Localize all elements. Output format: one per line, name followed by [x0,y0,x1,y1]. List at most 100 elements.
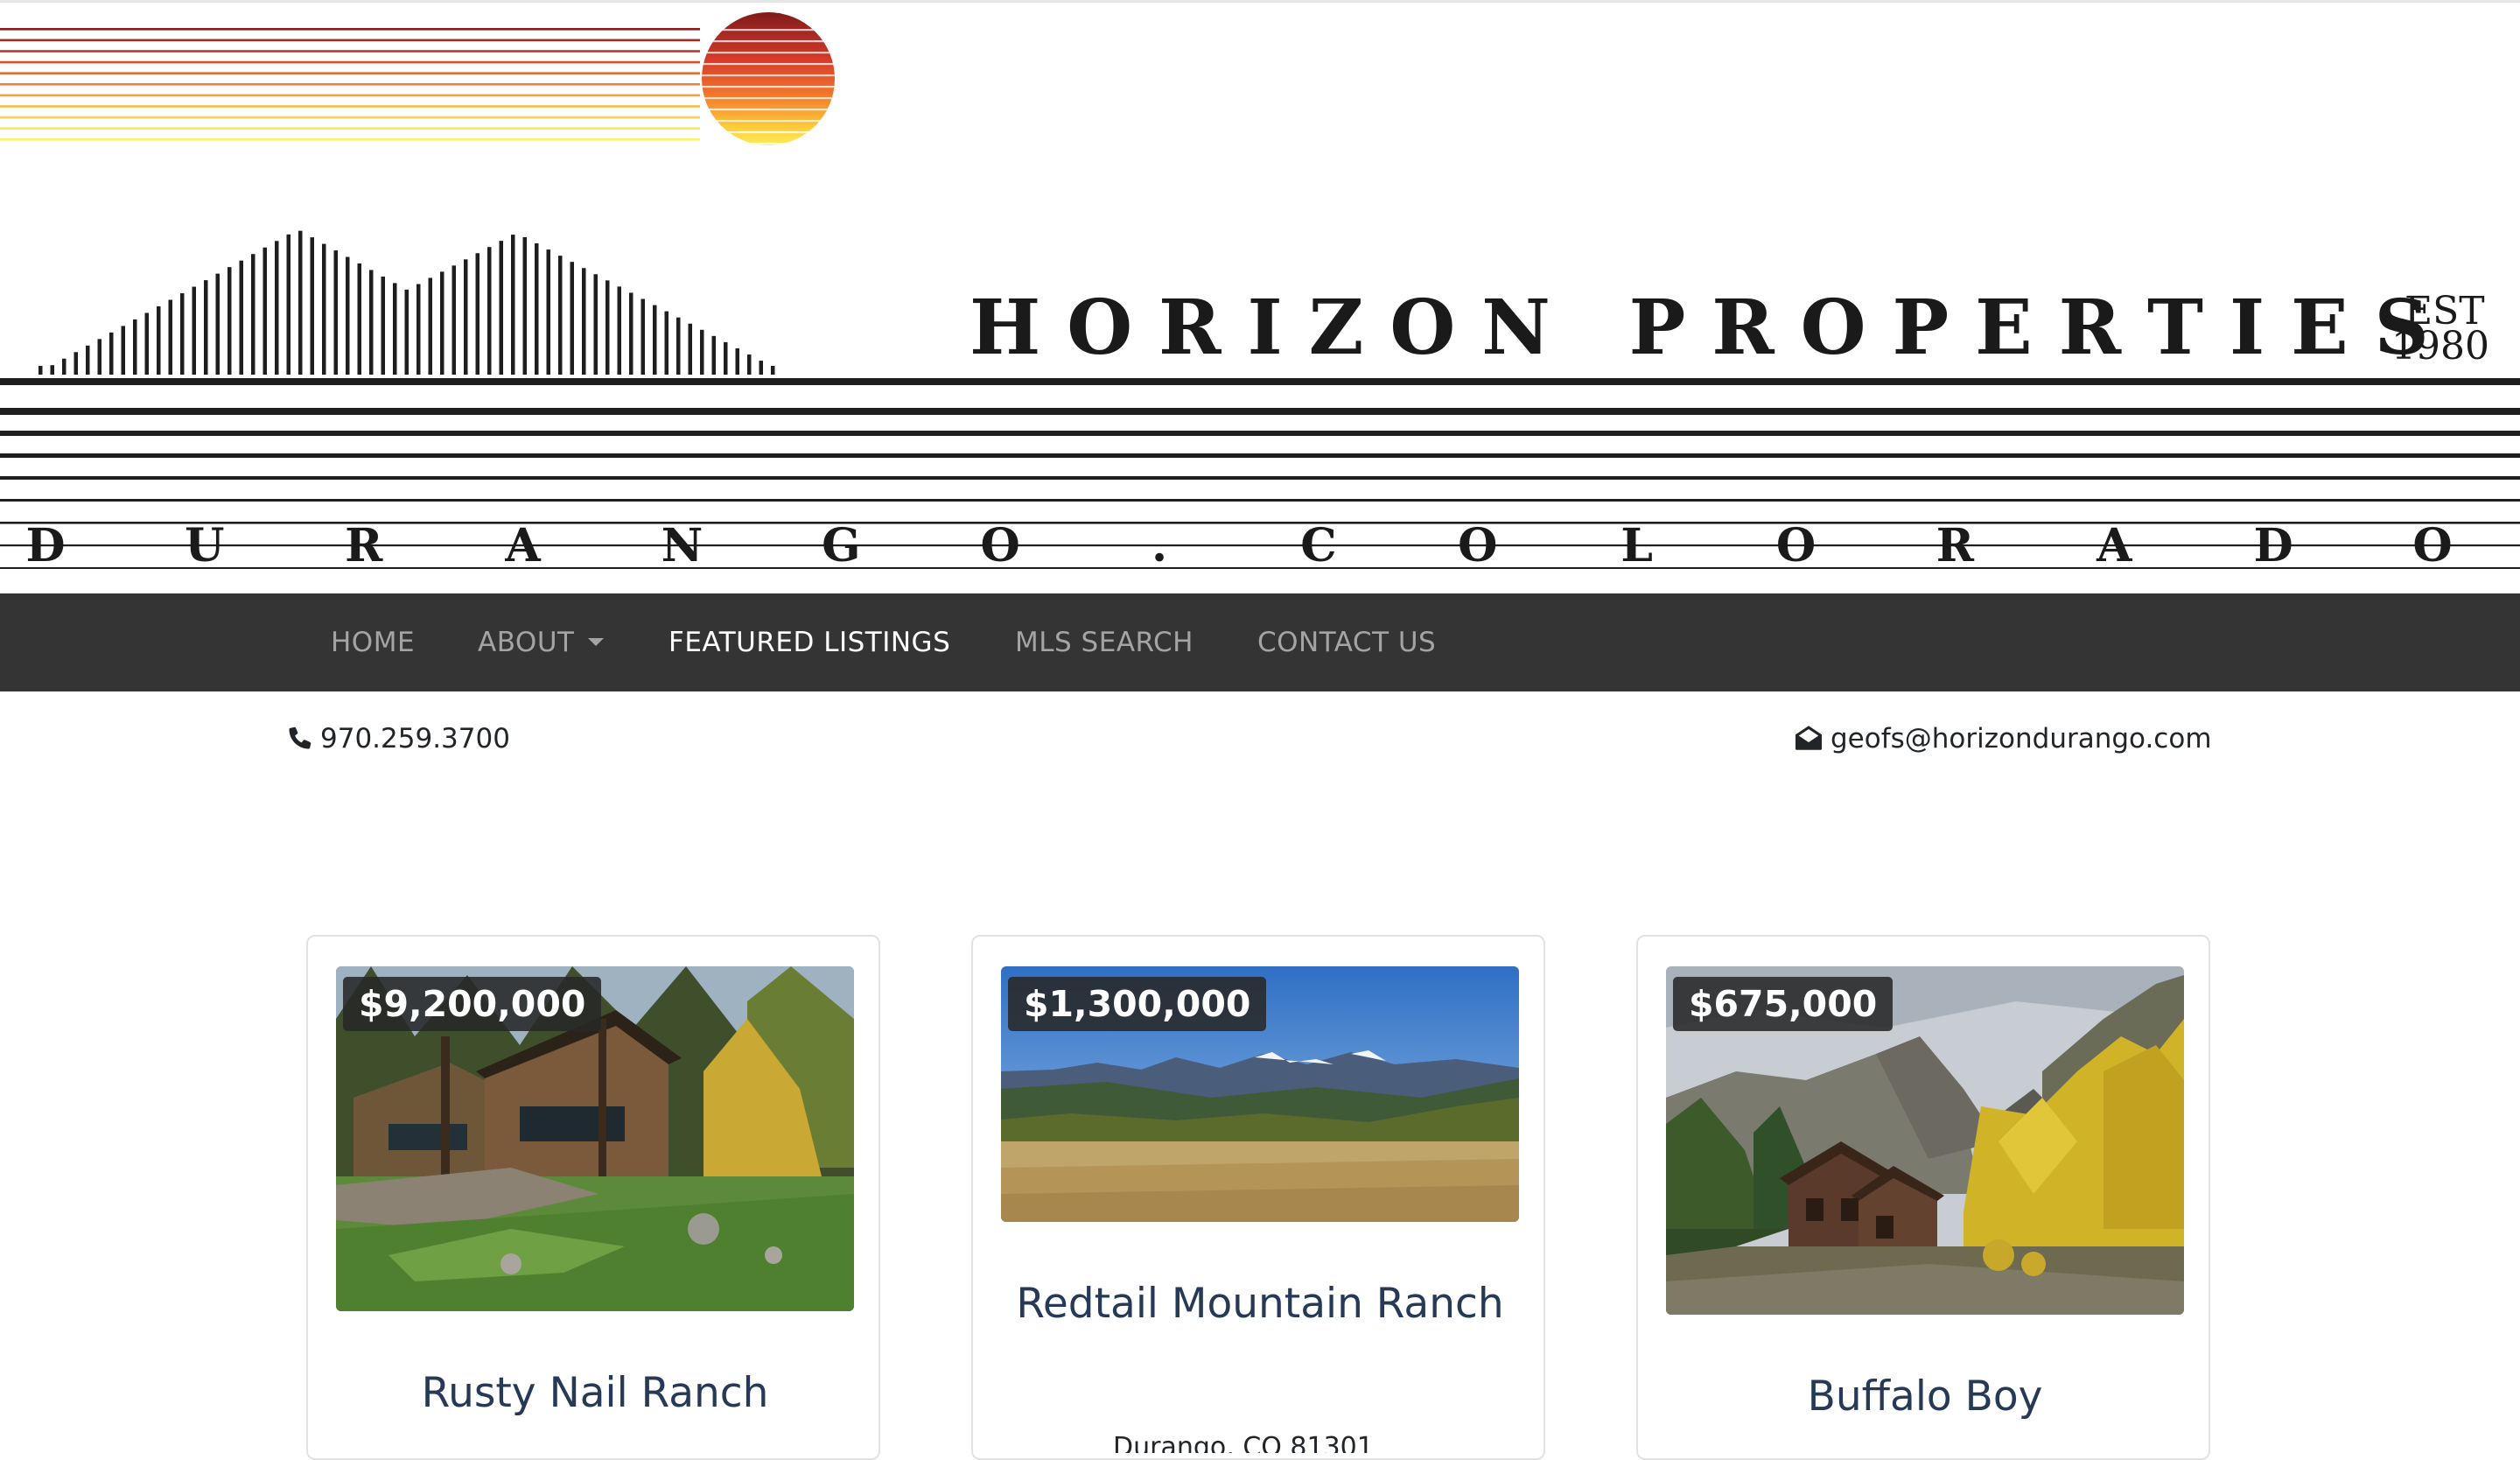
mountain-bar [62,358,66,375]
mountain-bar [322,243,326,375]
listing-photo[interactable]: $9,200,000 [336,966,854,1311]
email-link[interactable]: geofs@horizondurango.com [1794,719,2212,758]
mountain-bar [393,283,397,375]
mountain-bar [251,254,256,375]
mountain-bar [664,311,668,375]
listing-title[interactable]: Redtail Mountain Ranch [990,1280,1530,1329]
sun-band [702,40,835,43]
sun-band [702,109,835,111]
mountain-bar [404,289,409,375]
horizon-line [0,431,2520,436]
sun-band [702,120,835,123]
mountain-bar [109,332,114,375]
mountain-bar [239,260,243,375]
sun-band [702,97,835,100]
sunset-stripe [0,105,700,108]
tagline-letter: D [2254,519,2293,572]
email-address: geofs@horizondurango.com [1830,723,2212,755]
nav-mls-search[interactable]: MLS SEARCH [1015,593,1194,691]
nav-contact-us[interactable]: CONTACT US [1257,593,1436,691]
mountain-bar [546,249,550,375]
mountain-bar [558,256,563,375]
listing-photo[interactable]: $1,300,000 [1001,966,1519,1222]
price-badge: $1,300,000 [1008,977,1267,1031]
tagline-letter: . [1152,519,1167,572]
mountain-bar [771,366,775,375]
mountain-bar [333,250,338,375]
horizon-line [0,408,2520,415]
mountain-bar [262,247,267,375]
tagline-letter: O [1458,519,1497,572]
sunset-stripe [0,94,700,97]
mountain-bar [192,286,196,375]
sun-band [702,74,835,77]
horizon-line [0,453,2520,458]
brand-name: H O R I Z O N P R O P E R T I E S [970,284,2429,372]
listing-card-buffalo-boy[interactable]: $675,000 Buffalo Boy [1636,935,2210,1460]
mountain-bar [511,235,515,375]
mountain-bar [121,326,125,375]
mountain-bar [582,268,586,375]
mountain-bar [168,299,172,375]
mountain-bar [593,274,598,375]
listing-title[interactable]: Rusty Nail Ranch [326,1369,864,1418]
mountain-bar [735,347,739,375]
tagline-letter: A [504,519,541,572]
tagline-letter: L [1620,519,1653,572]
mountain-bar [298,230,303,375]
sunset-stripe [0,60,700,64]
mountain-bar [346,256,350,375]
sun-icon [702,12,835,145]
mountain-bar [535,243,539,375]
listing-card-redtail[interactable]: $1,300,000 Redtail Mountain Ranch Durang… [971,935,1545,1460]
phone-icon [289,726,312,749]
mountain-bar [606,280,610,375]
listing-photo[interactable]: $675,000 [1666,966,2184,1315]
mountain-bar [640,298,645,375]
mountain-bar [653,305,657,375]
nav-home[interactable]: HOME [331,593,415,691]
phone-number: 970.259.3700 [320,723,510,755]
mountain-bar [759,361,763,375]
mountain-bar [676,317,681,375]
mountain-bar [629,292,634,375]
tagline-letter: O [1776,519,1816,572]
mountain-bar [487,247,492,375]
mountain-bar [416,284,421,375]
nav-about[interactable]: ABOUT [478,593,605,691]
mountain-bar [97,339,102,375]
tagline-letter: R [345,519,383,572]
listing-card-rusty-nail[interactable]: $9,200,000 Rusty Nail Ranch [306,935,880,1460]
mountain-bar [133,319,137,375]
main-navbar: HOME ABOUT FEATURED LISTINGS MLS SEARCH … [0,593,2520,691]
sun-band [702,29,835,32]
nav-about-label: ABOUT [478,627,575,658]
sunset-stripe [0,138,700,141]
mountain-bar [74,352,78,375]
mountain-bar [700,329,704,375]
phone-link[interactable]: 970.259.3700 [287,719,510,758]
mountain-bar [144,312,149,375]
listing-location: Durango, CO 81301 [1113,1427,1410,1453]
tagline-letter: O [981,519,1020,572]
sunset-stripe [0,50,700,53]
mountain-bars [38,230,775,375]
mountain-bar [724,341,728,375]
mountain-bar [747,354,752,375]
mountain-bar [522,236,527,375]
mountain-bar [286,234,290,375]
sunset-stripe [0,116,700,119]
sun-band [702,52,835,54]
mountain-bar [688,323,692,375]
tagline-letter: D [25,519,65,572]
sunset-stripe [0,72,700,74]
site-banner[interactable]: H O R I Z O N P R O P E R T I E S EST 19… [0,0,2520,593]
listing-location-text: Durango, CO 81301 [1113,1432,1374,1453]
tagline-letter: O [2412,519,2452,572]
mountain-bar [440,271,444,375]
sun-band [702,143,835,145]
sunset-stripe [0,39,700,42]
nav-featured-listings[interactable]: FEATURED LISTINGS [668,593,950,691]
listing-title[interactable]: Buffalo Boy [1656,1372,2194,1421]
horizon-line [0,499,2520,502]
